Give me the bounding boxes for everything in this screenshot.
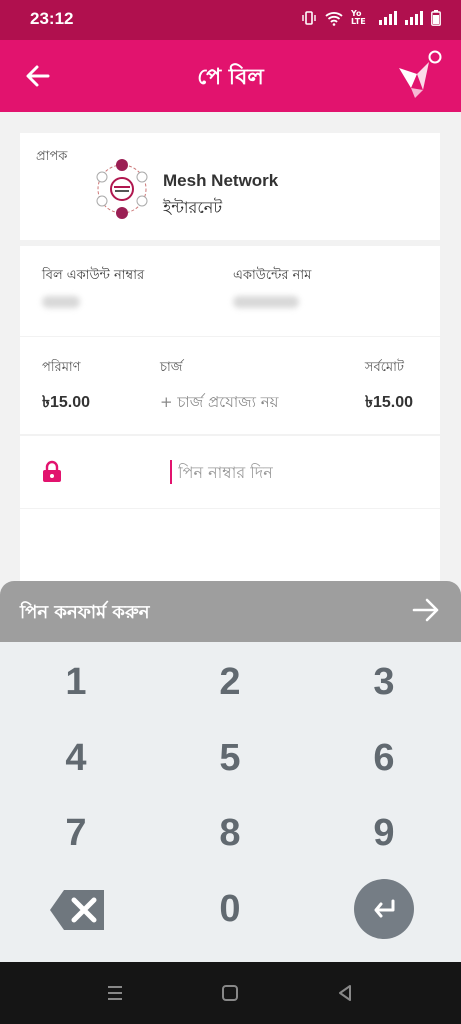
- merchant-name: Mesh Network: [163, 171, 279, 190]
- key-4[interactable]: 4: [16, 723, 136, 793]
- recent-apps-icon[interactable]: [104, 982, 126, 1004]
- arrow-right-icon: [412, 598, 439, 622]
- account-name-redacted: [233, 296, 299, 308]
- enter-icon: [374, 899, 395, 918]
- pin-card: [20, 436, 440, 508]
- total-value: ৳15.00: [364, 394, 413, 411]
- status-bar: 23:12 Yo LTE: [0, 0, 461, 40]
- recipient-card: প্রাপক Mesh Network ইন্টারনেট: [20, 133, 440, 240]
- bkash-logo-icon: [399, 50, 442, 98]
- merchant-category: ইন্টারনেট: [163, 198, 223, 217]
- pin-input[interactable]: [170, 460, 418, 484]
- enter-button[interactable]: [354, 879, 414, 939]
- merchant-logo: [96, 159, 148, 219]
- amount-label: পরিমাণ: [42, 360, 81, 375]
- key-3[interactable]: 3: [324, 647, 444, 717]
- key-5[interactable]: 5: [170, 723, 290, 793]
- home-icon[interactable]: [219, 982, 241, 1004]
- status-time: 23:12: [30, 9, 74, 28]
- system-navigation-bar: [0, 962, 461, 1024]
- numeric-keypad: 1 2 3 4 5 6 7 8 9 0: [0, 642, 461, 962]
- key-6[interactable]: 6: [324, 723, 444, 793]
- key-8[interactable]: 8: [170, 798, 290, 868]
- signal-icon-2: [405, 11, 423, 25]
- key-9[interactable]: 9: [324, 798, 444, 868]
- backspace-icon[interactable]: [48, 888, 106, 932]
- app-bar: পে বিল: [0, 40, 461, 112]
- account-name-label: একাউন্টের নাম: [233, 268, 312, 283]
- total-label: সর্বমোট: [364, 360, 404, 375]
- confirm-pin-label: পিন কনফার্ম করুন: [20, 602, 150, 623]
- network-type-label: Yo LTE: [351, 9, 366, 26]
- page-title: পে বিল: [197, 65, 264, 90]
- key-1[interactable]: 1: [16, 647, 136, 717]
- battery-icon: [431, 10, 441, 26]
- key-0[interactable]: 0: [170, 874, 290, 944]
- vibrate-icon: [302, 11, 316, 25]
- key-2[interactable]: 2: [170, 647, 290, 717]
- confirm-pin-button[interactable]: পিন কনফার্ম করুন: [0, 581, 461, 642]
- wifi-icon: [325, 11, 343, 26]
- bill-account-number-redacted: [42, 296, 80, 308]
- back-icon[interactable]: [334, 982, 356, 1004]
- recipient-label: প্রাপক: [36, 149, 68, 164]
- signal-icon: [379, 11, 397, 25]
- amount-value: ৳15.00: [42, 394, 91, 411]
- blank-card: [20, 509, 440, 584]
- lock-icon: [43, 460, 61, 482]
- status-icons: Yo LTE: [301, 10, 441, 26]
- key-7[interactable]: 7: [16, 798, 136, 868]
- charge-label: চার্জ: [160, 360, 183, 375]
- charge-value: + চার্জ প্রযোজ্য নয়: [160, 393, 279, 411]
- payment-summary-card: পরিমাণ চার্জ সর্বমোট ৳15.00 + চার্জ প্রয…: [20, 337, 440, 434]
- bill-account-number-label: বিল একাউন্ট নাম্বার: [42, 268, 145, 283]
- account-card: বিল একাউন্ট নাম্বার একাউন্টের নাম: [20, 246, 440, 336]
